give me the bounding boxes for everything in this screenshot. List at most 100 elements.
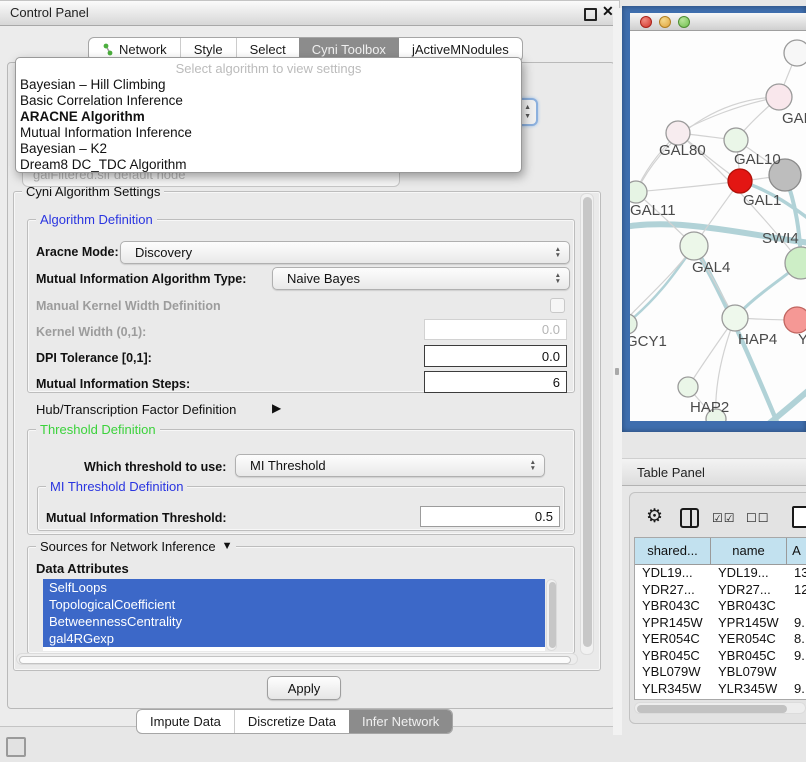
bottom-tabs: Impute Data Discretize Data Infer Networ… [136, 709, 453, 734]
popup-item-selected[interactable]: ARACNE Algorithm [16, 109, 521, 125]
hub-expand-arrow-icon[interactable]: ▶ [272, 401, 281, 415]
deselect-all-icon[interactable]: ☐☐ [746, 511, 770, 525]
popup-item[interactable]: Dream8 DC_TDC Algorithm [16, 157, 521, 173]
table-row[interactable]: YDL19...YDL19...13 [635, 565, 806, 582]
close-icon[interactable]: ✕ [602, 3, 614, 20]
column-header-partial[interactable]: A [787, 538, 806, 564]
combo-stepper-icon: ▲▼ [551, 247, 569, 258]
popup-item[interactable]: Bayesian – Hill Climbing [16, 77, 521, 93]
combo-stepper-icon: ▲▼ [526, 460, 544, 471]
kernel-width-field[interactable]: 0.0 [424, 319, 567, 340]
mi-type-combo[interactable]: Naive Bayes ▲▼ [272, 267, 570, 290]
aracne-mode-label: Aracne Mode: [36, 245, 119, 259]
network-node-hap2[interactable] [678, 377, 698, 397]
control-panel-titlebar: Control Panel ✕ [0, 1, 619, 26]
attribute-item[interactable]: BetweennessCentrality [43, 613, 545, 630]
data-attributes-label: Data Attributes [36, 561, 129, 576]
hub-section-label[interactable]: Hub/Transcription Factor Definition [36, 402, 236, 417]
columns-icon[interactable] [680, 508, 699, 528]
minimize-traffic-light[interactable] [659, 16, 671, 28]
network-node-gal4[interactable] [680, 232, 708, 260]
popup-item[interactable]: Mutual Information Inference [16, 125, 521, 141]
settings-hscrollbar-thumb[interactable] [19, 656, 571, 664]
splitter-handle[interactable] [615, 368, 619, 375]
table-header-row: shared... name A [635, 538, 806, 565]
table-row[interactable]: YBL079WYBL079W [635, 664, 806, 681]
sources-collapse-arrow-icon[interactable]: ▼ [222, 539, 233, 554]
network-view-window: GAL GAL80 GAL10 GAL1 GAL11 SWI4 GAL4 GCY… [630, 13, 806, 421]
network-node[interactable] [766, 84, 792, 110]
mi-threshold-field[interactable]: 0.5 [420, 506, 560, 527]
table-hscrollbar[interactable] [634, 702, 806, 714]
manual-kernel-checkbox[interactable] [550, 298, 565, 313]
tab-infer-network[interactable]: Infer Network [349, 710, 452, 733]
attribute-item[interactable]: gal4RGexp [43, 630, 545, 647]
zoom-traffic-light[interactable] [678, 16, 690, 28]
network-node-hap4[interactable] [722, 305, 748, 331]
tab-impute-data[interactable]: Impute Data [137, 710, 234, 733]
dock-panel-icon[interactable] [6, 737, 26, 757]
network-tab-icon [102, 43, 114, 56]
select-all-icon[interactable]: ☑☑ [712, 511, 736, 525]
table-row[interactable]: YDR27...YDR27...12 [635, 582, 806, 599]
dpi-tolerance-field[interactable]: 0.0 [424, 345, 567, 367]
settings-vscrollbar[interactable] [580, 193, 594, 655]
apply-button[interactable]: Apply [267, 676, 341, 700]
table-row[interactable]: YBR045CYBR045C9. [635, 648, 806, 665]
control-panel-window: Control Panel ✕ Network Style Select Cyn… [0, 0, 620, 727]
node-label: Y [798, 331, 806, 348]
list-vscrollbar-thumb[interactable] [549, 582, 556, 648]
node-label: GAL [782, 110, 806, 127]
document-icon[interactable] [792, 506, 806, 528]
network-node-gal10[interactable] [724, 128, 748, 152]
which-threshold-label: Which threshold to use: [84, 460, 226, 474]
popup-placeholder: Select algorithm to view settings [16, 61, 521, 77]
popup-item[interactable]: Basic Correlation Inference [16, 93, 521, 109]
float-window-icon[interactable] [584, 8, 597, 21]
node-label-gcy1: GCY1 [630, 333, 667, 350]
gear-icon[interactable]: ⚙ [646, 505, 663, 528]
close-traffic-light[interactable] [640, 16, 652, 28]
table-panel-titlebar: Table Panel [622, 458, 806, 486]
table-row[interactable]: YPR145WYPR145W9. [635, 615, 806, 632]
settings-hscrollbar[interactable] [16, 653, 578, 665]
sources-group-title: Sources for Network Inference [40, 539, 216, 554]
mi-threshold-label: Mutual Information Threshold: [46, 511, 227, 525]
settings-vscrollbar-thumb[interactable] [583, 197, 592, 647]
popup-item[interactable]: Bayesian – K2 [16, 141, 521, 157]
combo-stepper-icon: ▲▼ [551, 273, 569, 284]
network-node-gal11[interactable] [630, 181, 647, 203]
node-label-swi4: SWI4 [762, 230, 799, 247]
tab-discretize-data[interactable]: Discretize Data [234, 710, 349, 733]
threshold-definition-title: Threshold Definition [36, 422, 160, 437]
algorithm-definition-title: Algorithm Definition [36, 212, 157, 227]
table-row[interactable]: YER054CYER054C8. [635, 631, 806, 648]
manual-kernel-label: Manual Kernel Width Definition [36, 299, 221, 313]
column-header-name[interactable]: name [711, 538, 787, 564]
node-label-gal4: GAL4 [692, 259, 730, 276]
network-node[interactable] [784, 307, 806, 333]
node-label-gal80: GAL80 [659, 142, 706, 159]
column-header-shared-name[interactable]: shared... [635, 538, 711, 564]
aracne-mode-combo[interactable]: Discovery ▲▼ [120, 241, 570, 264]
attribute-item[interactable]: TopologicalCoefficient [43, 596, 545, 613]
table-row[interactable]: YLR345WYLR345W9. [635, 681, 806, 698]
node-label-gal11: GAL11 [630, 202, 676, 219]
network-canvas[interactable]: GAL GAL80 GAL10 GAL1 GAL11 SWI4 GAL4 GCY… [630, 30, 806, 421]
which-threshold-combo[interactable]: MI Threshold ▲▼ [235, 454, 545, 477]
node-label-gal1: GAL1 [743, 192, 781, 209]
mi-steps-field[interactable]: 6 [424, 371, 567, 393]
table-row[interactable]: YBR043CYBR043C [635, 598, 806, 615]
kernel-width-label: Kernel Width (0,1): [36, 325, 146, 339]
table-hscrollbar-thumb[interactable] [637, 705, 787, 713]
stepper-arrows-icon: ▲▼ [524, 103, 531, 121]
mi-steps-label: Mutual Information Steps: [36, 377, 190, 391]
network-window-titlebar [630, 13, 806, 31]
network-node-gal1[interactable] [728, 169, 752, 193]
list-vscrollbar[interactable] [546, 579, 557, 651]
table-row[interactable]: YIL052CYIL052C9. [635, 697, 806, 700]
node-label-hap4: HAP4 [738, 331, 777, 348]
attribute-item[interactable]: SelfLoops [43, 579, 545, 596]
dpi-tolerance-label: DPI Tolerance [0,1]: [36, 351, 152, 365]
network-node[interactable] [784, 40, 806, 66]
